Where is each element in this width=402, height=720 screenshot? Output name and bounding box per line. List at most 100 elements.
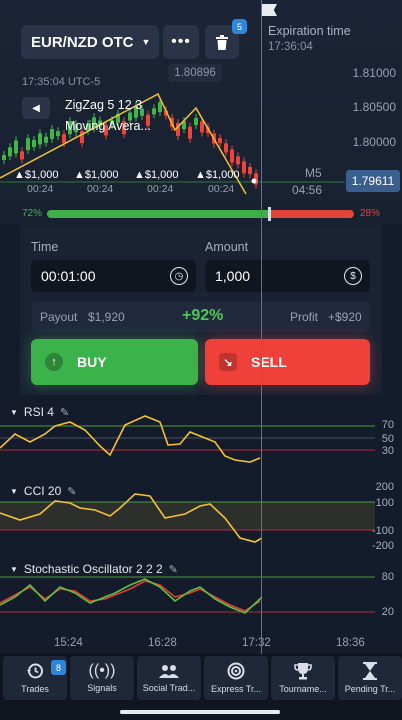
trades-count-badge: 8 bbox=[51, 660, 66, 675]
buy-button[interactable]: ↑ BUY bbox=[31, 339, 198, 385]
level-band bbox=[0, 502, 375, 530]
candle bbox=[200, 121, 204, 133]
collapse-indicators-button[interactable]: ◀ bbox=[22, 97, 50, 119]
candle bbox=[50, 129, 54, 140]
trade-time: 00:24 bbox=[87, 183, 114, 195]
chevron-down-icon[interactable]: ▼ bbox=[10, 565, 18, 574]
candle bbox=[236, 156, 240, 165]
price-tick: 1.80000 bbox=[352, 135, 396, 149]
target-icon bbox=[227, 662, 245, 680]
trade-marker[interactable]: ▲$1,000 bbox=[195, 169, 240, 181]
nav-signals[interactable]: ((•)) Signals bbox=[70, 656, 134, 700]
time-label: Time bbox=[31, 240, 59, 254]
high-price-label: 1.80896 bbox=[168, 64, 222, 82]
nav-express-trades[interactable]: Express Tr... bbox=[204, 656, 268, 700]
rsi-title[interactable]: ▼ RSI 4 ✎ bbox=[10, 405, 69, 419]
candle bbox=[20, 151, 24, 160]
stochastic-k-line bbox=[0, 578, 263, 614]
current-price-label: 1.79611 bbox=[346, 170, 400, 192]
candle bbox=[56, 131, 60, 137]
payout-percent: +92% bbox=[182, 307, 224, 324]
candle bbox=[38, 133, 42, 145]
arrow-up-icon: ↑ bbox=[45, 353, 63, 371]
asset-selector-button[interactable]: EUR/NZD OTC ▼ bbox=[21, 25, 159, 59]
expiration-time: 17:36:04 bbox=[268, 41, 313, 53]
sell-button[interactable]: ↘ SELL bbox=[205, 339, 370, 385]
server-time: 17:35:04 UTC-5 bbox=[22, 76, 101, 88]
rsi-line bbox=[0, 415, 261, 463]
expiration-line bbox=[261, 0, 262, 655]
cci-pane[interactable]: ▼ CCI 20 ✎ 200 100 -100 -200 bbox=[0, 480, 402, 556]
trade-marker[interactable]: ▲$1,000 bbox=[14, 169, 59, 181]
time-input[interactable]: 00:01:00 ◷ bbox=[31, 260, 196, 292]
cci-title[interactable]: ▼ CCI 20 ✎ bbox=[10, 484, 77, 498]
candle bbox=[62, 134, 66, 144]
more-button[interactable]: ••• bbox=[163, 25, 199, 59]
rsi-level: 50 bbox=[381, 433, 394, 445]
sentiment-track bbox=[47, 210, 354, 218]
candle-countdown: 04:56 bbox=[292, 183, 323, 197]
nav-label: Social Trad... bbox=[142, 683, 196, 693]
cci-name: CCI 20 bbox=[23, 484, 62, 498]
asset-name: EUR/NZD OTC bbox=[31, 33, 134, 51]
stochastic-pane[interactable]: ▼ Stochastic Oscillator 2 2 2 ✎ 80 20 bbox=[0, 559, 402, 634]
candle bbox=[194, 118, 198, 126]
candle bbox=[188, 126, 192, 139]
pencil-icon[interactable]: ✎ bbox=[60, 406, 69, 419]
clock-icon[interactable]: ◷ bbox=[170, 267, 188, 285]
profit-value: +$920 bbox=[328, 310, 362, 324]
dollar-icon[interactable]: $ bbox=[344, 267, 362, 285]
nav-social-trading[interactable]: Social Trad... bbox=[137, 656, 201, 700]
amount-label: Amount bbox=[205, 240, 249, 254]
cci-level: 200 bbox=[375, 481, 394, 493]
trade-marker[interactable]: ▲$1,000 bbox=[134, 169, 179, 181]
users-icon bbox=[159, 665, 179, 678]
candle bbox=[44, 136, 48, 143]
hourglass-icon bbox=[363, 662, 377, 680]
trade-time: 00:24 bbox=[27, 183, 54, 195]
nav-trades[interactable]: Trades 8 bbox=[3, 656, 67, 700]
time-tick: 18:36 bbox=[336, 637, 365, 649]
pencil-icon[interactable]: ✎ bbox=[67, 485, 76, 498]
buy-sentiment-label: 72% bbox=[22, 208, 43, 219]
amount-value: 1,000 bbox=[215, 268, 251, 284]
candle bbox=[248, 166, 252, 174]
expiration-label: Expiration time bbox=[268, 24, 351, 38]
trash-button[interactable]: 5 bbox=[205, 19, 247, 59]
signal-icon: ((•)) bbox=[88, 662, 116, 679]
timeframe-label[interactable]: M5 bbox=[305, 166, 322, 180]
indicator-ma-label[interactable]: Moving Avera... bbox=[65, 119, 151, 133]
candle bbox=[158, 102, 162, 113]
chevron-down-icon[interactable]: ▼ bbox=[10, 487, 18, 496]
trade-amount: $1,000 bbox=[84, 169, 119, 181]
arrow-down-right-icon: ↘ bbox=[219, 353, 237, 371]
price-chart[interactable]: EUR/NZD OTC ▼ ••• 5 Expiration time 17:3… bbox=[0, 0, 402, 225]
cci-level: -100 bbox=[371, 525, 394, 537]
time-axis: 15:24 16:28 17:32 18:36 bbox=[0, 634, 402, 654]
rsi-level: 30 bbox=[381, 445, 394, 457]
candle bbox=[32, 139, 36, 147]
trade-panel: Time 00:01:00 ◷ Amount 1,000 $ Payout $1… bbox=[20, 225, 382, 395]
pencil-icon[interactable]: ✎ bbox=[169, 563, 178, 576]
buy-label: BUY bbox=[77, 354, 107, 370]
rsi-name: RSI 4 bbox=[23, 405, 54, 419]
chevron-down-icon: ▼ bbox=[141, 37, 151, 47]
candle bbox=[2, 155, 6, 160]
chevron-down-icon[interactable]: ▼ bbox=[10, 408, 18, 417]
trash-icon bbox=[216, 34, 228, 50]
home-indicator bbox=[120, 710, 280, 714]
more-icon: ••• bbox=[171, 33, 191, 50]
candle bbox=[218, 138, 222, 144]
amount-input[interactable]: 1,000 $ bbox=[205, 260, 370, 292]
stochastic-title[interactable]: ▼ Stochastic Oscillator 2 2 2 ✎ bbox=[10, 562, 178, 576]
rsi-pane[interactable]: ▼ RSI 4 ✎ 70 50 30 bbox=[0, 400, 402, 477]
nav-pending-trades[interactable]: Pending Tr... bbox=[338, 656, 402, 700]
trade-marker[interactable]: ▲$1,000 bbox=[74, 169, 119, 181]
trade-amount: $1,000 bbox=[144, 169, 179, 181]
nav-tournaments[interactable]: Tourname... bbox=[271, 656, 335, 700]
candle bbox=[8, 147, 12, 157]
indicator-zigzag-label[interactable]: ZigZag 5 12 3 bbox=[65, 98, 142, 112]
chevron-left-icon: ◀ bbox=[32, 102, 40, 114]
stochastic-name: Stochastic Oscillator 2 2 2 bbox=[23, 562, 163, 576]
profit-label: Profit bbox=[290, 310, 319, 324]
